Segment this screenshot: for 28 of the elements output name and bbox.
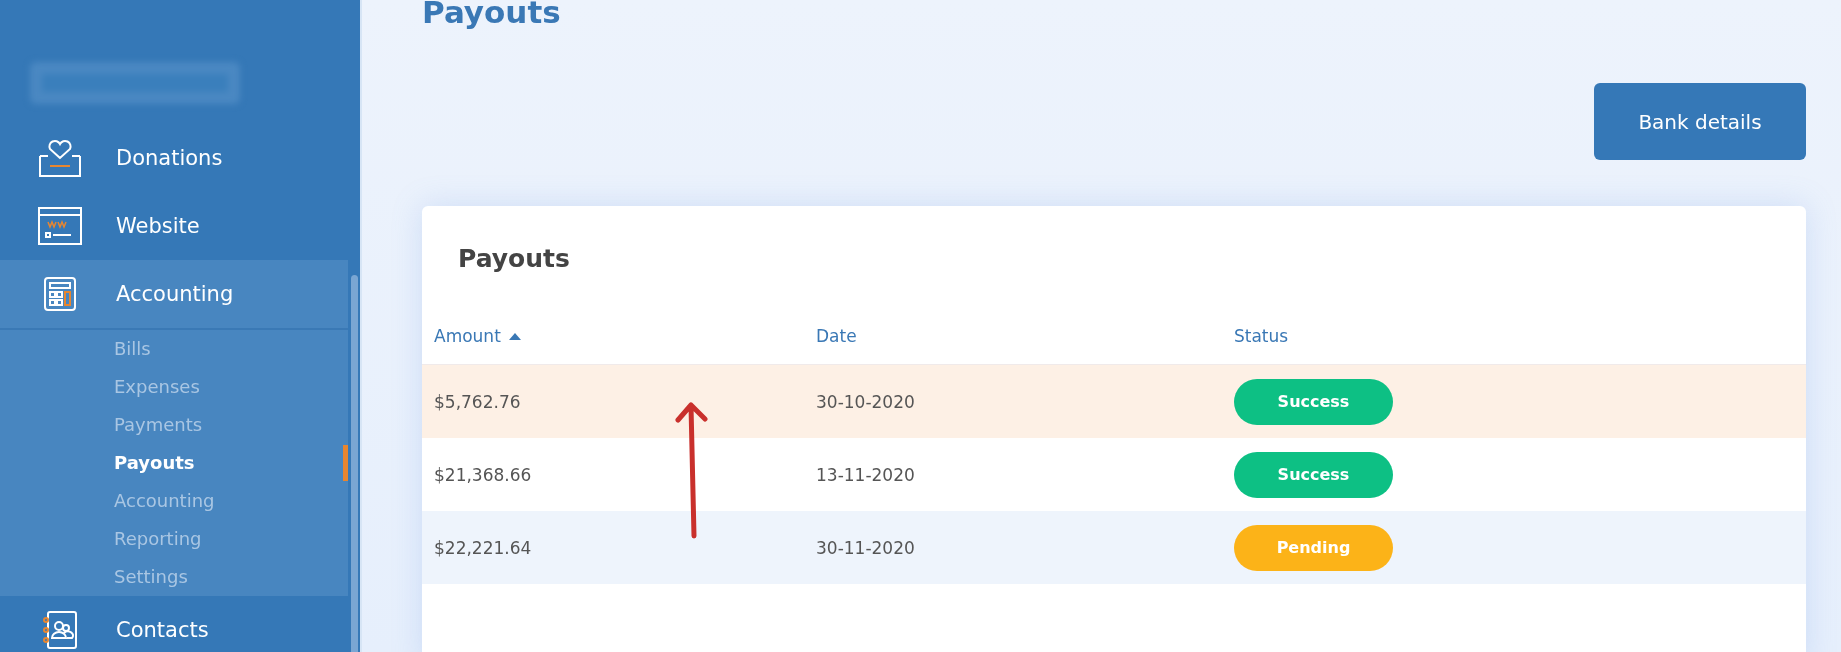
nav-item[interactable]: Contacts xyxy=(0,596,360,652)
column-header[interactable]: Amount xyxy=(434,326,521,346)
nav-item[interactable]: Donations xyxy=(0,124,360,192)
status-badge: Success xyxy=(1234,451,1393,498)
date-cell: 30-10-2020 xyxy=(816,391,915,412)
active-indicator xyxy=(343,445,348,481)
bank-details-button[interactable]: Bank details xyxy=(1594,83,1806,160)
table-row[interactable]: $21,368.66 13-11-2020 Success xyxy=(422,438,1806,511)
column-header[interactable]: Status xyxy=(1234,326,1289,346)
amount-cell: $22,221.64 xyxy=(434,537,532,558)
status-badge: Success xyxy=(1234,378,1393,425)
heart-box-icon xyxy=(38,138,82,178)
status-badge: Pending xyxy=(1234,524,1393,571)
table-row[interactable]: $22,221.64 30-11-2020 Pending xyxy=(422,511,1806,584)
card-title: Payouts xyxy=(457,243,571,275)
browser-window-icon xyxy=(38,207,82,245)
amount-cell: $5,762.76 xyxy=(434,391,521,412)
column-header[interactable]: Date xyxy=(816,326,857,346)
date-cell: 13-11-2020 xyxy=(816,464,915,485)
submenu-item[interactable]: Payouts xyxy=(0,444,348,482)
amount-cell: $21,368.66 xyxy=(434,464,532,485)
nav-item[interactable]: Website xyxy=(0,192,360,260)
table-row[interactable]: $5,762.76 30-10-2020 Success xyxy=(422,365,1806,438)
date-cell: 30-11-2020 xyxy=(816,537,915,558)
page-title: Payouts xyxy=(422,0,561,32)
scrollbar[interactable] xyxy=(351,275,358,652)
sort-arrow-icon[interactable] xyxy=(508,332,521,340)
nav-item[interactable]: Accounting xyxy=(0,260,348,330)
